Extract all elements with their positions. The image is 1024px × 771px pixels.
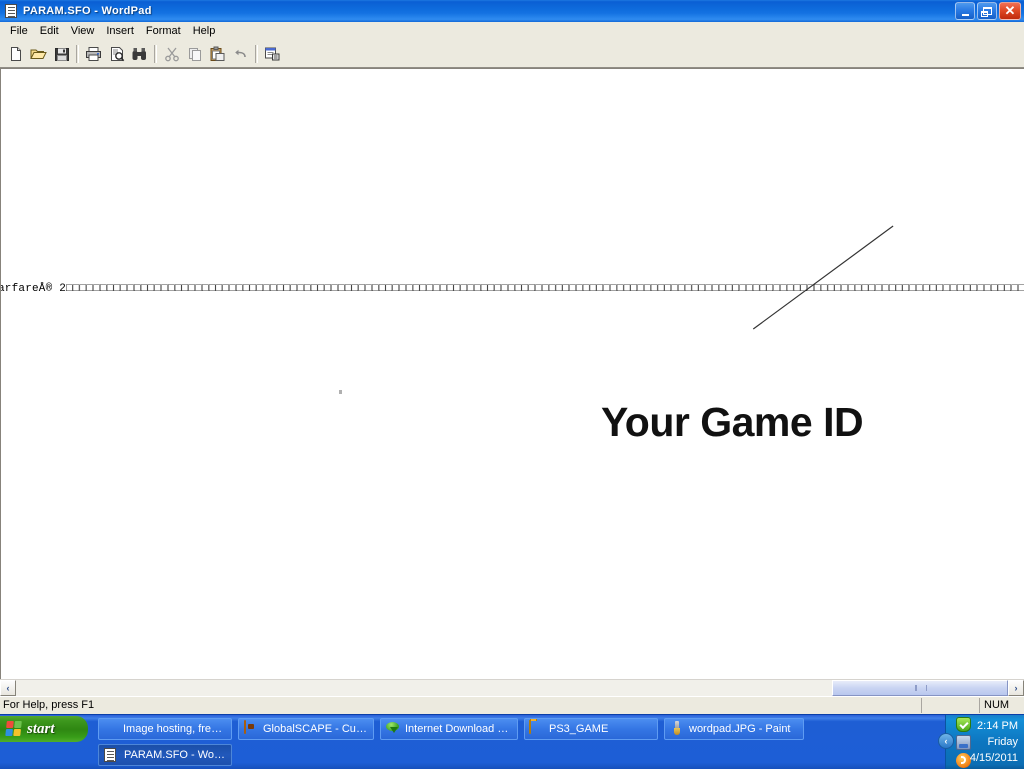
taskbar-button-paint[interactable]: wordpad.JPG - Paint	[664, 718, 804, 740]
taskbar-button-globalscape[interactable]: GlobalSCAPE - CuteF…	[238, 718, 374, 740]
undo-button[interactable]	[229, 43, 252, 65]
toolbar	[0, 41, 1024, 68]
minimize-button[interactable]	[955, 2, 975, 20]
document-icon[interactable]	[3, 3, 19, 19]
menu-item-format[interactable]: Format	[140, 24, 187, 39]
date-time-icon	[265, 47, 280, 61]
find-button[interactable]	[128, 43, 151, 65]
taskbar-button-ps3-game-folder[interactable]: PS3_GAME	[524, 718, 658, 740]
new-document-button[interactable]	[4, 43, 27, 65]
horizontal-scrollbar[interactable]: ‹ ›	[0, 679, 1024, 696]
toolbar-separator	[76, 45, 79, 63]
restore-icon	[980, 7, 992, 17]
scrollbar-track[interactable]	[16, 680, 1008, 696]
title-bar[interactable]: PARAM.SFO - WordPad ✕	[0, 0, 1024, 22]
clock-date: 4/15/2011	[969, 752, 1018, 764]
system-tray: ‹ 2:14 PM Friday 4/15/2011	[938, 715, 1024, 771]
toolbar-separator	[154, 45, 157, 63]
cuteftp-icon	[243, 720, 259, 737]
print-preview-icon	[110, 47, 124, 62]
taskbar: start Image hosting, free p… GlobalSCAPE…	[0, 714, 1024, 769]
maximize-button[interactable]	[977, 2, 997, 20]
menu-item-view[interactable]: View	[65, 24, 101, 39]
start-button[interactable]: start	[0, 716, 88, 742]
status-help-text: For Help, press F1	[0, 698, 922, 713]
open-button[interactable]	[27, 43, 50, 65]
print-button[interactable]	[82, 43, 105, 65]
paste-button[interactable]	[206, 43, 229, 65]
document-canvas[interactable]: arfareÅ® 2□□□□□□□□□□□□□□□□□□□□□□□□□□□□□□…	[0, 68, 1024, 679]
clock[interactable]: 2:14 PM Friday 4/15/2011	[970, 718, 1018, 766]
taskbar-button-firefox[interactable]: Image hosting, free p…	[98, 718, 232, 740]
window-title: PARAM.SFO - WordPad	[23, 5, 152, 17]
copy-icon	[188, 48, 201, 61]
taskbar-button-idm[interactable]: Internet Download M…	[380, 718, 518, 740]
scroll-left-button[interactable]: ‹	[0, 680, 16, 696]
status-caps-pane	[922, 698, 980, 713]
scrollbar-thumb[interactable]	[832, 680, 1008, 696]
undo-arrow-icon	[234, 49, 246, 58]
toolbar-separator	[255, 45, 258, 63]
copy-button[interactable]	[183, 43, 206, 65]
firefox-icon	[103, 721, 119, 737]
menu-item-file[interactable]: File	[4, 24, 34, 39]
folder-icon	[529, 720, 545, 737]
tray-expand-button[interactable]: ‹	[938, 733, 954, 749]
close-button[interactable]: ✕	[999, 2, 1021, 20]
windows-flag-icon	[5, 721, 23, 737]
image-artifact	[339, 390, 342, 394]
network-connection-icon[interactable]	[956, 735, 971, 750]
new-page-icon	[10, 47, 21, 61]
scroll-right-button[interactable]: ›	[1008, 680, 1024, 696]
paint-icon	[669, 721, 685, 737]
open-folder-icon	[30, 49, 47, 59]
document-text: arfareÅ® 2□□□□□□□□□□□□□□□□□□□□□□□□□□□□□□…	[0, 283, 1024, 295]
menu-item-edit[interactable]: Edit	[34, 24, 65, 39]
wordpad-window: PARAM.SFO - WordPad ✕ File Edit View Ins…	[0, 0, 1024, 714]
status-num-indicator: NUM	[984, 699, 1010, 711]
menu-bar: File Edit View Insert Format Help	[0, 22, 1024, 41]
save-button[interactable]	[50, 43, 73, 65]
close-icon: ✕	[1004, 3, 1016, 18]
taskbar-button-label: PARAM.SFO - WordPad	[124, 749, 227, 761]
taskbar-button-label: wordpad.JPG - Paint	[689, 723, 791, 735]
annotation-arrow	[752, 225, 894, 330]
annotation-label: Your Game ID	[601, 399, 864, 445]
menu-item-insert[interactable]: Insert	[100, 24, 140, 39]
minimize-icon	[961, 13, 969, 16]
status-bar: For Help, press F1 NUM	[0, 696, 1024, 714]
taskbar-button-label: GlobalSCAPE - CuteF…	[263, 723, 369, 735]
clipboard-paste-icon	[210, 46, 225, 61]
binoculars-icon	[132, 48, 146, 60]
floppy-disk-icon	[54, 48, 69, 61]
print-preview-button[interactable]	[105, 43, 128, 65]
document-icon	[104, 747, 120, 764]
clock-day: Friday	[987, 736, 1018, 748]
taskbar-button-label: PS3_GAME	[549, 723, 609, 735]
date-time-button[interactable]	[261, 43, 284, 65]
taskbar-button-label: Image hosting, free p…	[123, 723, 227, 735]
window-controls: ✕	[955, 2, 1021, 20]
taskbar-button-wordpad[interactable]: PARAM.SFO - WordPad	[98, 744, 232, 766]
scissors-icon	[164, 47, 179, 62]
security-shield-icon[interactable]	[956, 717, 971, 732]
menu-item-help[interactable]: Help	[187, 24, 222, 39]
taskbar-button-label: Internet Download M…	[405, 723, 513, 735]
cut-button[interactable]	[160, 43, 183, 65]
start-label: start	[27, 720, 55, 737]
idm-icon	[385, 721, 401, 737]
update-icon[interactable]	[956, 753, 971, 768]
clock-time: 2:14 PM	[977, 720, 1018, 732]
tray-icon-list	[956, 717, 971, 771]
printer-icon	[86, 47, 101, 61]
